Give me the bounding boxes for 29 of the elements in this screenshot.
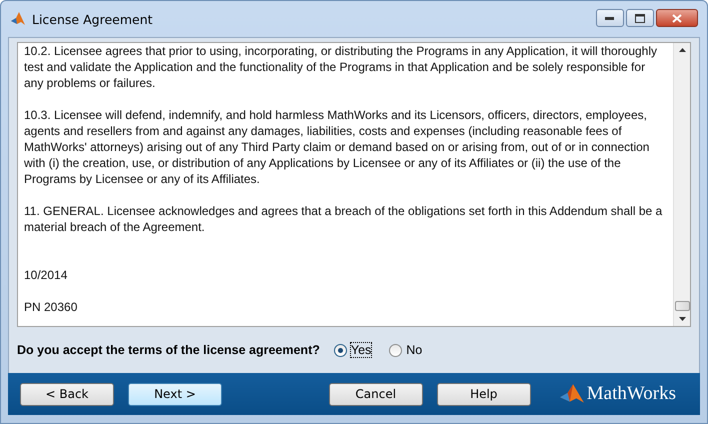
dialog-button[interactable]: < Back <box>20 382 114 406</box>
radio-option[interactable]: No <box>389 343 422 357</box>
license-paragraph: 10/2014 <box>24 267 68 283</box>
close-button[interactable] <box>656 9 698 27</box>
license-paragraph: 10.2. Licensee agrees that prior to using, incorporating, or distributing the Programs in any Application, it will thoroughly test and validate the Application and the functionality of the Programs in that Application and be solely responsible for any problems or failures. <box>24 43 658 91</box>
maximize-icon <box>635 14 645 22</box>
license-paragraph: 10.3. Licensee will defend, indemnify, and hold harmless MathWorks and its Licensors, officers, directors, employees, agents and resellers from and against any damages, liabilities, costs and expenses (including reasonable fees of MathWorks' attorneys) arising out of any Third Party claim or demand based on or arising from, out of or in connection with (i) the creation, use, or distribution of any Applications by Licensee or any of its Affiliates or (ii) the use of the Programs by Licensee or any of its Affiliates. <box>24 107 650 187</box>
dialog-button[interactable]: Cancel <box>328 382 423 406</box>
dialog-button[interactable]: Next > <box>128 382 222 406</box>
scrollbar[interactable] <box>673 43 690 326</box>
scroll-up-icon <box>678 48 686 52</box>
radio-option[interactable]: Yes <box>334 343 372 357</box>
radio-button[interactable] <box>334 344 347 356</box>
membrane-logo-icon <box>558 383 585 405</box>
maximize-button[interactable] <box>626 9 654 27</box>
license-paragraph: 11. GENERAL. Licensee acknowledges and agrees that a breach of the obligations set forth in this Addendum shall be a material breach of the Agreement. <box>24 203 664 235</box>
license-paragraph: PN 20360 <box>24 299 78 315</box>
radio-button[interactable] <box>389 344 402 356</box>
accept-question: Do you accept the terms of the license agreement? <box>17 343 320 357</box>
window-title: License Agreement <box>32 12 153 26</box>
license-text-area[interactable] <box>17 42 691 327</box>
scrollbar-thumb[interactable] <box>674 301 690 311</box>
close-icon <box>672 14 682 22</box>
brand-logo-text: MathWorks <box>586 383 676 405</box>
minimize-button[interactable] <box>596 9 624 27</box>
dialog-button[interactable]: Help <box>436 382 531 406</box>
minimize-icon <box>605 16 615 20</box>
membrane-logo-icon <box>10 11 26 27</box>
scroll-down-icon <box>678 317 686 321</box>
